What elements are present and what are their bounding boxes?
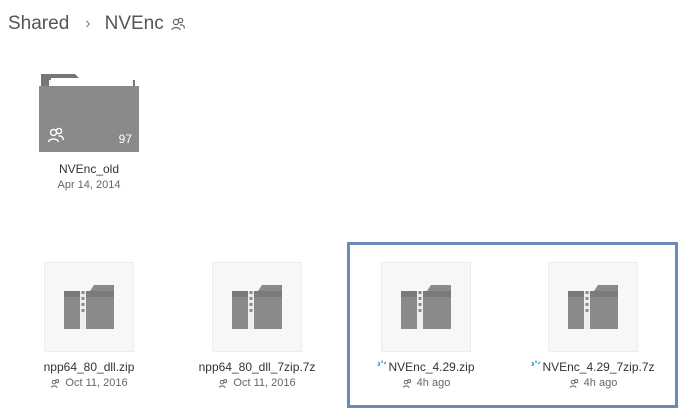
file-date: Oct 11, 2016 xyxy=(233,377,296,389)
shared-people-icon xyxy=(402,378,411,388)
breadcrumb-current[interactable]: NVEnc xyxy=(105,13,164,35)
file-date: 4h ago xyxy=(416,377,451,389)
people-icon xyxy=(47,127,64,143)
file-item[interactable]: NVEnc_4.29.zip 4h ago xyxy=(351,262,501,389)
folder-date: Apr 14, 2014 xyxy=(57,179,121,191)
file-thumbnail xyxy=(548,262,638,352)
file-name: NVEnc_4.29.zip xyxy=(388,360,475,374)
breadcrumb: Shared › NVEnc xyxy=(8,10,186,38)
file-name: npp64_80_dll.zip xyxy=(43,360,135,374)
file-date: Oct 11, 2016 xyxy=(65,377,128,389)
zip-file-icon xyxy=(232,285,282,329)
folder-name: NVEnc_old xyxy=(58,162,120,176)
file-thumbnail xyxy=(212,262,302,352)
shared-folder-icon: 97 xyxy=(37,72,141,154)
file-thumbnail xyxy=(381,262,471,352)
file-thumbnail xyxy=(44,262,134,352)
file-item[interactable]: NVEnc_4.29_7zip.7z 4h ago xyxy=(518,262,668,389)
file-name: npp64_80_dll_7zip.7z xyxy=(198,360,316,374)
shared-people-icon xyxy=(569,378,578,388)
shared-people-icon xyxy=(219,378,228,388)
sync-spinner-icon xyxy=(377,360,387,366)
folder-item[interactable]: 97 NVEnc_old Apr 14, 2014 xyxy=(14,72,164,191)
file-date: 4h ago xyxy=(583,377,618,389)
folder-item-count: 97 xyxy=(118,132,132,146)
zip-file-icon xyxy=(568,285,618,329)
chevron-right-icon: › xyxy=(85,15,91,32)
file-item[interactable]: npp64_80_dll_7zip.7z Oct 11, 2016 xyxy=(182,262,332,389)
file-name: NVEnc_4.29_7zip.7z xyxy=(542,360,655,374)
shared-people-icon xyxy=(170,17,185,31)
zip-file-icon xyxy=(401,285,451,329)
sync-spinner-icon xyxy=(531,360,541,366)
shared-people-icon xyxy=(51,378,60,388)
breadcrumb-root-link[interactable]: Shared xyxy=(8,13,69,35)
zip-file-icon xyxy=(64,285,114,329)
file-item[interactable]: npp64_80_dll.zip Oct 11, 2016 xyxy=(14,262,164,389)
